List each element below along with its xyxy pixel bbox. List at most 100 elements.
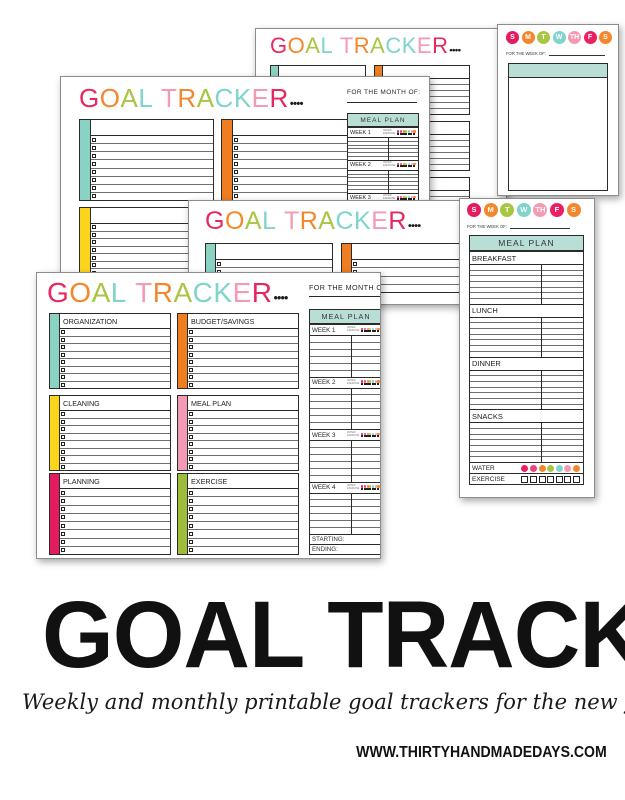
checkbox[interactable] [189,457,194,462]
checkbox[interactable] [189,548,194,553]
checkbox[interactable] [189,352,194,357]
category-row[interactable] [60,464,170,471]
day-circle-0[interactable]: S [506,31,519,44]
checkbox[interactable] [92,194,96,199]
day-circle-2[interactable]: T [500,203,515,217]
exercise-box[interactable] [530,475,538,483]
ending-row[interactable]: ENDING: [310,544,380,554]
checkbox[interactable] [189,367,194,372]
category-row[interactable] [188,374,298,382]
checkbox[interactable] [61,548,66,553]
checkbox[interactable] [61,434,66,439]
category-row[interactable] [188,411,298,419]
water-dot[interactable] [538,464,546,472]
write-line[interactable] [310,441,380,448]
day-circle-3[interactable]: W [516,203,531,217]
write-line[interactable] [310,462,380,469]
category-row[interactable] [188,352,298,359]
category-row[interactable] [60,441,170,449]
checkbox[interactable] [92,232,96,237]
category-row[interactable] [60,456,170,464]
category-row[interactable] [60,522,170,531]
category-row[interactable] [188,367,298,374]
write-line[interactable] [310,448,380,455]
category-row[interactable] [60,329,170,337]
water-dot[interactable] [555,464,563,472]
checkbox[interactable] [92,225,96,230]
exercise-box[interactable] [521,475,529,483]
checkbox[interactable] [61,367,66,372]
checkbox[interactable] [92,186,96,191]
checkbox[interactable] [61,457,66,462]
checkbox[interactable] [61,427,66,432]
checkbox[interactable] [189,434,194,439]
day-circle-5[interactable]: F [549,203,564,217]
write-line[interactable] [310,336,380,343]
checkbox[interactable] [189,531,194,536]
checkbox[interactable] [189,419,194,424]
category-row[interactable] [60,352,170,359]
category-row[interactable] [188,419,298,426]
checkbox[interactable] [61,345,66,350]
write-line[interactable] [310,389,380,396]
category-row[interactable] [188,547,298,554]
checkbox[interactable] [234,145,238,150]
category-row[interactable] [188,506,298,514]
checkbox[interactable] [92,153,96,158]
exercise-box[interactable] [412,132,415,135]
category-row[interactable] [91,193,213,200]
water-dot[interactable] [564,464,572,472]
category-row[interactable] [188,441,298,449]
checkbox[interactable] [61,531,66,536]
category-row[interactable] [60,547,170,554]
checkbox[interactable] [189,507,194,512]
checkbox[interactable] [92,145,96,150]
day-circle-1[interactable]: M [521,31,535,44]
category-row[interactable] [60,449,170,456]
category-row[interactable] [233,169,355,177]
checkbox[interactable] [61,507,66,512]
checkbox[interactable] [234,194,238,199]
checkbox[interactable] [234,161,238,166]
write-line[interactable] [310,402,380,410]
category-row[interactable] [60,530,170,539]
exercise-box[interactable] [555,475,563,483]
checkbox[interactable] [189,330,194,335]
category-row[interactable] [233,193,355,200]
category-row[interactable] [188,522,298,531]
checkbox[interactable] [92,248,96,253]
exercise-box[interactable] [564,475,572,483]
write-line[interactable] [310,416,380,424]
checkbox[interactable] [61,375,66,380]
category-row[interactable] [233,177,355,185]
category-row[interactable] [233,136,355,145]
checkbox[interactable] [189,427,194,432]
checkbox[interactable] [189,490,194,495]
category-row[interactable] [188,514,298,522]
category-row[interactable] [60,344,170,352]
checkbox[interactable] [61,449,66,454]
write-line[interactable] [310,469,380,476]
checkbox[interactable] [61,337,66,342]
checkbox[interactable] [189,540,194,545]
exercise-box[interactable] [376,330,379,333]
checkbox[interactable] [61,523,66,528]
checkbox[interactable] [92,161,96,166]
category-row[interactable] [188,382,298,389]
goal-tracker-sheet-front[interactable]: GOAL TRACKER•••• ORGANIZATION BUDGET/SAVIN… [36,272,381,559]
checkbox[interactable] [92,263,96,268]
category-row[interactable] [352,260,468,269]
weekly-sheet-top[interactable]: S M T W TH F S FOR THE WEEK OF: [497,24,619,196]
category-row[interactable] [188,337,298,344]
category-row[interactable] [188,497,298,506]
week-of-label[interactable]: FOR THE WEEK OF: [506,51,605,56]
checkbox[interactable] [189,337,194,342]
write-line[interactable] [310,521,380,529]
category-row[interactable] [60,497,170,506]
checkbox[interactable] [92,178,96,183]
write-line[interactable] [310,514,380,522]
checkbox[interactable] [189,412,194,417]
category-row[interactable] [188,464,298,471]
category-row[interactable] [188,434,298,441]
checkbox[interactable] [61,382,66,387]
